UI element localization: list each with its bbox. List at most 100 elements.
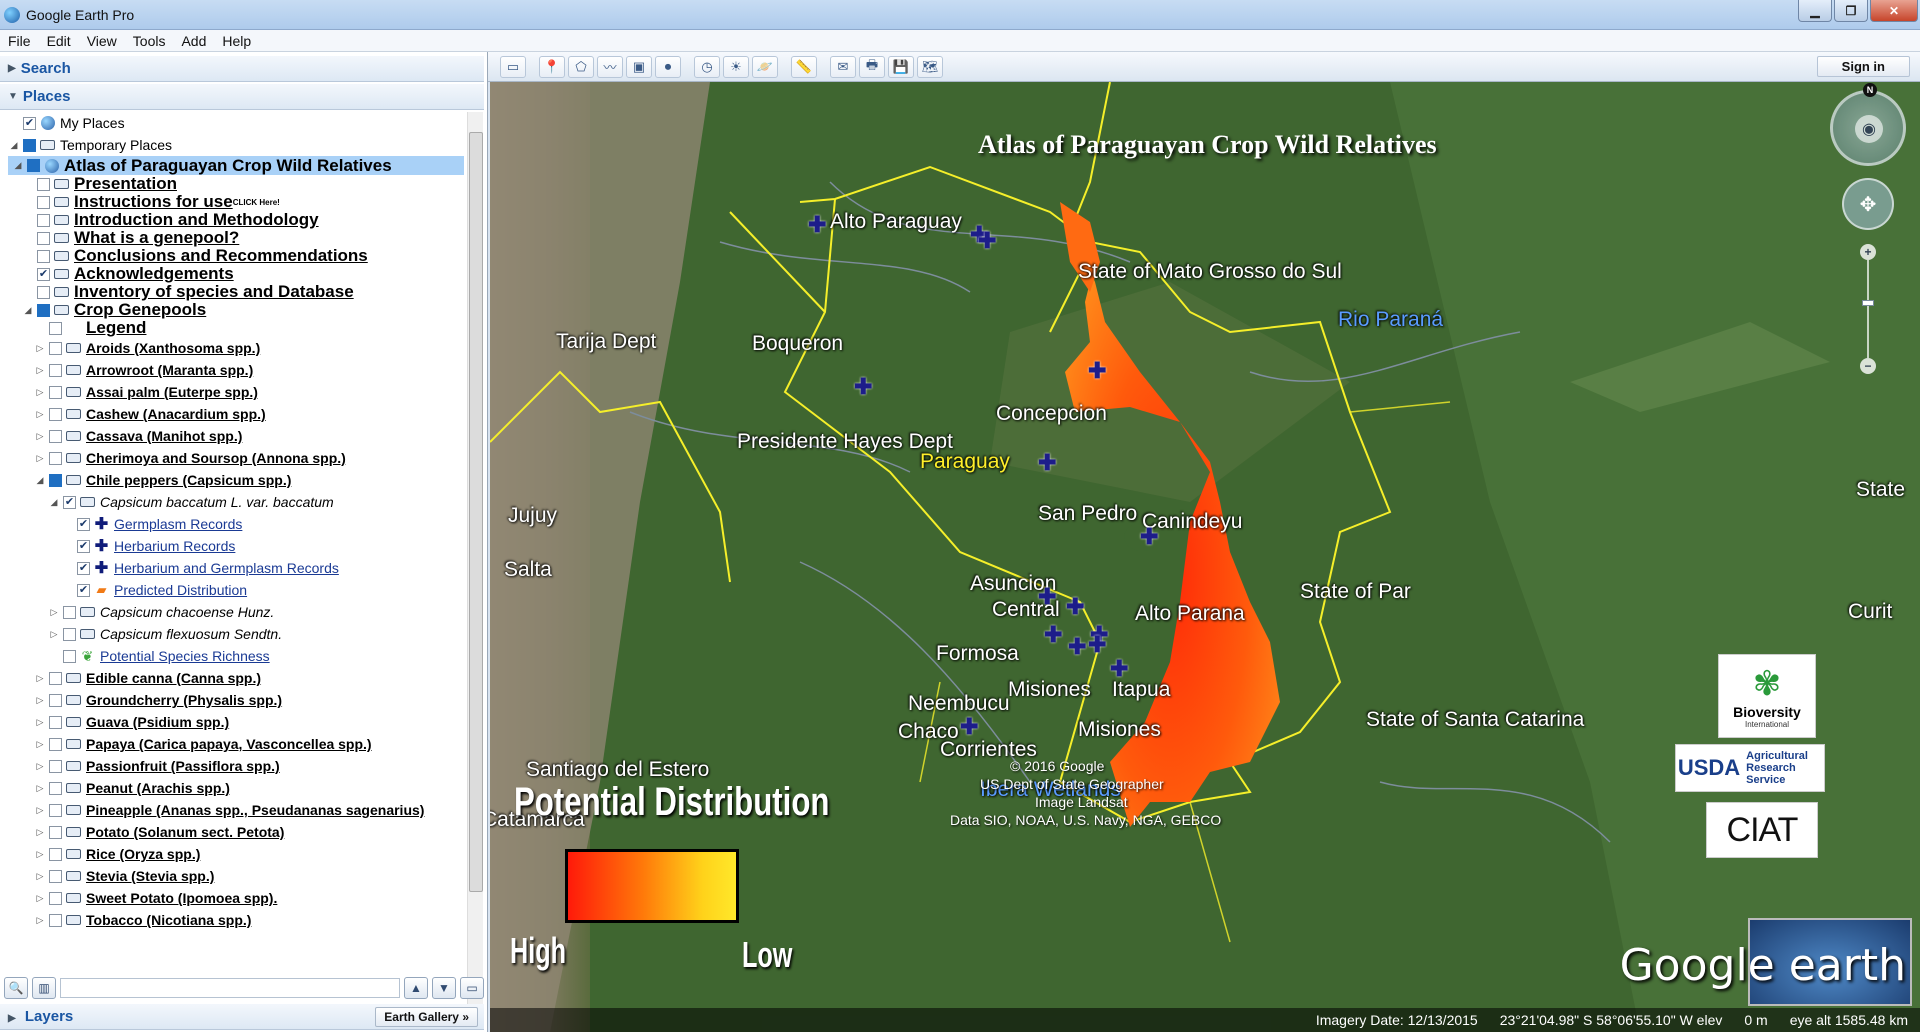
- tree-item-label[interactable]: Arrowroot (Maranta spp.): [86, 362, 253, 378]
- menu-file[interactable]: File: [0, 33, 39, 49]
- places-tree-item[interactable]: ▷ Groundcherry (Physalis spp.): [8, 689, 464, 711]
- places-tree-item[interactable]: ▷ Rice (Oryza spp.): [8, 843, 464, 865]
- expand-toggle-icon[interactable]: ▷: [34, 695, 46, 706]
- item-checkbox[interactable]: [63, 495, 76, 509]
- expand-toggle-icon[interactable]: ▷: [34, 827, 46, 838]
- tree-item-label[interactable]: Germplasm Records: [114, 516, 242, 532]
- item-checkbox[interactable]: [37, 177, 50, 191]
- expand-toggle-icon[interactable]: ▷: [34, 871, 46, 882]
- expand-toggle-icon[interactable]: ▷: [34, 849, 46, 860]
- item-checkbox[interactable]: [49, 451, 62, 465]
- expand-toggle-icon[interactable]: ▷: [34, 365, 46, 376]
- item-checkbox[interactable]: [63, 605, 76, 619]
- item-checkbox[interactable]: [37, 249, 50, 263]
- expand-toggle-icon[interactable]: ▷: [34, 409, 46, 420]
- zoom-in-button[interactable]: +: [1860, 244, 1876, 260]
- tree-item-label[interactable]: Edible canna (Canna spp.): [86, 670, 261, 686]
- sunlight-button[interactable]: ☀: [723, 55, 749, 78]
- scrollbar-thumb[interactable]: [469, 132, 483, 892]
- item-checkbox[interactable]: [49, 715, 62, 729]
- expand-toggle-icon[interactable]: ◢: [48, 497, 60, 508]
- tree-item-label[interactable]: Potato (Solanum sect. Petota): [86, 824, 284, 840]
- places-tree-item[interactable]: ▷ Tobacco (Nicotiana spp.): [8, 909, 464, 931]
- tree-item-label[interactable]: Groundcherry (Physalis spp.): [86, 692, 282, 708]
- record-marker-icon[interactable]: ✚: [960, 714, 978, 740]
- email-button[interactable]: ✉: [830, 55, 856, 78]
- record-marker-icon[interactable]: ✚: [1110, 656, 1128, 682]
- tree-item-label[interactable]: Herbarium and Germplasm Records: [114, 560, 339, 576]
- expand-toggle-icon[interactable]: ▷: [48, 629, 60, 640]
- item-checkbox[interactable]: [49, 473, 62, 487]
- zoom-slider[interactable]: [1862, 300, 1874, 306]
- item-checkbox[interactable]: [27, 159, 40, 172]
- item-checkbox[interactable]: [49, 407, 62, 421]
- item-checkbox[interactable]: [37, 285, 50, 299]
- places-tree-item[interactable]: ◢ Capsicum baccatum L. var. baccatum: [8, 491, 464, 513]
- tree-item-label[interactable]: Rice (Oryza spp.): [86, 846, 200, 862]
- expand-toggle-icon[interactable]: ▷: [34, 739, 46, 750]
- places-tree-item[interactable]: ▷ Cassava (Manihot spp.): [8, 425, 464, 447]
- tree-item-label[interactable]: Tobacco (Nicotiana spp.): [86, 912, 251, 928]
- item-checkbox[interactable]: [49, 321, 62, 335]
- expand-toggle-icon[interactable]: ▷: [34, 387, 46, 398]
- tree-item-label[interactable]: Herbarium Records: [114, 538, 235, 554]
- places-tree-item[interactable]: ▷ Pineapple (Ananas spp., Pseudananas sag…: [8, 799, 464, 821]
- places-scrollbar[interactable]: [467, 112, 483, 1022]
- search-places-button[interactable]: 🔍: [4, 977, 28, 999]
- toggle-panel-button[interactable]: ▥: [32, 977, 56, 999]
- item-checkbox[interactable]: [37, 231, 50, 245]
- places-tree-item[interactable]: ▷ Sweet Potato (Ipomoea spp).: [8, 887, 464, 909]
- expand-toggle-icon[interactable]: ▷: [48, 607, 60, 618]
- tree-item-label[interactable]: Cassava (Manihot spp.): [86, 428, 242, 444]
- item-checkbox[interactable]: [49, 781, 62, 795]
- item-checkbox[interactable]: [49, 759, 62, 773]
- add-path-button[interactable]: 〰: [597, 55, 623, 78]
- item-checkbox[interactable]: [77, 517, 90, 531]
- expand-toggle-icon[interactable]: ▷: [34, 783, 46, 794]
- zoom-out-button[interactable]: −: [1860, 358, 1876, 374]
- minimize-button[interactable]: ▁: [1798, 0, 1832, 22]
- places-tree-item[interactable]: ✚ Herbarium Records: [8, 535, 464, 557]
- places-tree-item[interactable]: Legend: [8, 318, 464, 337]
- tree-item-label[interactable]: Capsicum chacoense Hunz.: [100, 604, 274, 620]
- item-checkbox[interactable]: [77, 539, 90, 553]
- add-placemark-button[interactable]: 📍: [539, 55, 565, 78]
- expand-toggle-icon[interactable]: ▷: [34, 893, 46, 904]
- expand-toggle-icon[interactable]: ◢: [34, 475, 46, 486]
- tree-item-label[interactable]: Aroids (Xanthosoma spp.): [86, 340, 260, 356]
- item-checkbox[interactable]: [49, 803, 62, 817]
- places-tree-item[interactable]: ▷ Edible canna (Canna spp.): [8, 667, 464, 689]
- record-marker-icon[interactable]: ✚: [978, 228, 996, 254]
- item-checkbox[interactable]: [49, 429, 62, 443]
- item-checkbox[interactable]: [49, 385, 62, 399]
- switch-planet-button[interactable]: 🪐: [752, 55, 778, 78]
- layers-panel-header[interactable]: ▶ Layers Earth Gallery »: [0, 1004, 484, 1030]
- click-here-note[interactable]: CLICK Here!: [233, 198, 280, 207]
- tree-item-label[interactable]: Cashew (Anacardium spp.): [86, 406, 266, 422]
- places-tree-item[interactable]: Acknowledgements: [8, 264, 464, 283]
- places-tree-item[interactable]: ▷ Capsicum chacoense Hunz.: [8, 601, 464, 623]
- save-image-button[interactable]: 💾: [888, 55, 914, 78]
- item-checkbox[interactable]: [77, 561, 90, 575]
- expand-toggle-icon[interactable]: ▷: [34, 761, 46, 772]
- folder-icon[interactable]: ▭: [460, 977, 484, 999]
- look-around-control[interactable]: N ◉: [1830, 83, 1906, 166]
- close-button[interactable]: ✕: [1870, 0, 1918, 22]
- places-tree-item[interactable]: ▷ Arrowroot (Maranta spp.): [8, 359, 464, 381]
- record-marker-icon[interactable]: ✚: [1038, 450, 1056, 476]
- hide-sidebar-button[interactable]: ▭: [500, 55, 526, 78]
- menu-view[interactable]: View: [79, 33, 125, 49]
- tree-item-label[interactable]: Peanut (Arachis spp.): [86, 780, 230, 796]
- places-tree-item[interactable]: Instructions for use CLICK Here!: [8, 192, 464, 211]
- earth-map-view[interactable]: . Atlas of Paraguayan Crop Wild Relative…: [490, 82, 1920, 1032]
- item-checkbox[interactable]: [63, 649, 76, 663]
- places-tree-item[interactable]: ▷ Assai palm (Euterpe spp.): [8, 381, 464, 403]
- tree-item-label[interactable]: Assai palm (Euterpe spp.): [86, 384, 258, 400]
- tree-item-label[interactable]: Passionfruit (Passiflora spp.): [86, 758, 280, 774]
- expand-toggle-icon[interactable]: ▷: [34, 717, 46, 728]
- zoom-track[interactable]: [1867, 260, 1869, 358]
- tree-item-label[interactable]: Papaya (Carica papaya, Vasconcellea spp.…: [86, 736, 372, 752]
- move-control[interactable]: ✥: [1842, 178, 1894, 230]
- menu-help[interactable]: Help: [214, 33, 259, 49]
- menu-add[interactable]: Add: [173, 33, 214, 49]
